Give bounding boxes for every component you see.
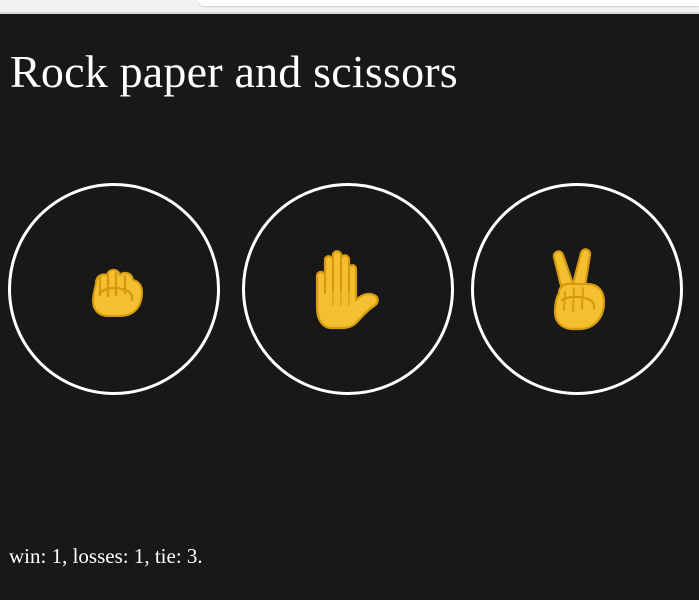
scissors-choice-button[interactable] <box>471 183 683 395</box>
paper-hand-icon <box>315 250 379 330</box>
rock-hand-icon <box>91 268 144 317</box>
score-text: win: 1, losses: 1, tie: 3. <box>9 544 203 568</box>
paper-choice-button[interactable] <box>242 183 454 395</box>
choice-group <box>8 183 693 395</box>
rock-choice-button[interactable] <box>8 183 220 395</box>
page-title: Rock paper and scissors <box>10 46 458 97</box>
scissors-hand-icon <box>552 248 606 331</box>
browser-top-shadow <box>0 12 699 14</box>
browser-top-strip <box>0 0 699 14</box>
browser-frame-edge <box>198 0 699 6</box>
